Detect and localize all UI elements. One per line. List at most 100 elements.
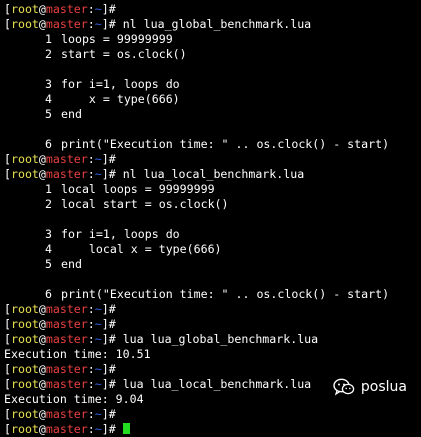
output-line: Execution time: 10.51 [4,347,421,362]
prompt-path: ~ [94,332,102,346]
prompt-colon: : [87,302,95,316]
prompt-path: ~ [94,152,102,166]
prompt-at: @ [38,332,46,346]
prompt-host: master [45,362,88,376]
prompt-line: [root@master:~]# [4,2,421,17]
prompt-open-bracket: [ [4,422,11,436]
prompt-path: ~ [94,422,102,436]
prompt-user: root [10,317,39,331]
code-text: print("Execution time: " .. os.clock() -… [61,287,390,301]
prompt-host: master [45,2,88,16]
prompt-line: [root@master:~]# [4,317,421,332]
prompt-colon: : [87,317,95,331]
prompt-close: ]# [101,317,116,331]
command-text: nl lua_global_benchmark.lua [115,17,312,31]
terminal-cursor[interactable] [122,423,130,434]
prompt-user: root [10,407,39,421]
prompt-user: root [10,362,39,376]
prompt-colon: : [87,152,95,166]
prompt-at: @ [38,302,46,316]
prompt-at: @ [38,2,46,16]
command-text: nl lua_local_benchmark.lua [115,167,305,181]
command-text [116,422,123,436]
prompt-user: root [10,422,39,436]
line-number: 6 [45,137,52,151]
command-text: lua lua_global_benchmark.lua [115,332,319,346]
terminal-window[interactable]: [root@master:~]# [root@master:~]# nl lua_… [0,0,421,436]
prompt-colon: : [87,167,95,181]
prompt-colon: : [87,422,95,436]
prompt-path: ~ [94,2,102,16]
line-number: 1 [45,182,52,196]
prompt-path: ~ [94,302,102,316]
line-number: 3 [45,227,52,241]
prompt-colon: : [87,17,95,31]
prompt-path: ~ [94,362,102,376]
prompt-close: ]# [101,17,116,31]
prompt-close: ]# [101,2,116,16]
code-line: 6 print("Execution time: " .. os.clock() … [4,287,421,302]
prompt-host: master [45,422,88,436]
prompt-line: [root@master:~]# [4,422,421,437]
prompt-at: @ [38,17,46,31]
code-line: 3 for i=1, loops do [4,77,421,92]
code-text: x = type(666) [61,92,180,106]
line-number: 2 [45,47,52,61]
prompt-open-bracket: [ [4,2,11,16]
prompt-colon: : [87,377,95,391]
code-line: 2 local start = os.clock() [4,197,421,212]
prompt-colon: : [87,407,95,421]
prompt-host: master [45,302,88,316]
code-text: start = os.clock() [61,47,187,61]
prompt-close: ]# [101,362,116,376]
prompt-open-bracket: [ [4,407,11,421]
prompt-colon: : [87,362,95,376]
watermark-text: poslua [360,379,407,395]
prompt-close: ]# [101,167,116,181]
prompt-open-bracket: [ [4,362,11,376]
code-line: 3 for i=1, loops do [4,227,421,242]
prompt-path: ~ [94,377,102,391]
prompt-at: @ [38,152,46,166]
prompt-host: master [45,17,88,31]
code-line: 1 local loops = 99999999 [4,182,421,197]
code-line: 6 print("Execution time: " .. os.clock() … [4,137,421,152]
prompt-host: master [45,407,88,421]
prompt-colon: : [87,332,95,346]
code-line: 5 end [4,107,421,122]
prompt-close: ]# [101,302,116,316]
prompt-close: ]# [101,332,116,346]
prompt-user: root [10,17,39,31]
code-text: local x = type(666) [61,242,222,256]
prompt-host: master [45,152,88,166]
prompt-open-bracket: [ [4,377,11,391]
prompt-line: [root@master:~]# lua lua_global_benchmar… [4,332,421,347]
prompt-line: [root@master:~]# nl lua_global_benchmark… [4,17,421,32]
prompt-line: [root@master:~]# [4,152,421,167]
prompt-path: ~ [94,317,102,331]
code-text: end [61,107,82,121]
code-text: end [61,257,82,271]
prompt-path: ~ [94,167,102,181]
line-number: 2 [45,197,52,211]
output-text: Execution time: 9.04 [4,392,144,406]
code-text: local loops = 99999999 [61,182,215,196]
prompt-open-bracket: [ [4,152,11,166]
code-text: local start = os.clock() [61,197,229,211]
prompt-at: @ [38,407,46,421]
line-number: 4 [45,242,52,256]
code-text: loops = 99999999 [61,32,173,46]
prompt-at: @ [38,362,46,376]
code-line: 2 start = os.clock() [4,47,421,62]
line-number: 6 [45,287,52,301]
prompt-user: root [10,167,39,181]
prompt-path: ~ [94,17,102,31]
prompt-host: master [45,317,88,331]
line-number: 5 [45,257,52,271]
code-line: 4 local x = type(666) [4,242,421,257]
prompt-host: master [45,377,88,391]
prompt-path: ~ [94,407,102,421]
